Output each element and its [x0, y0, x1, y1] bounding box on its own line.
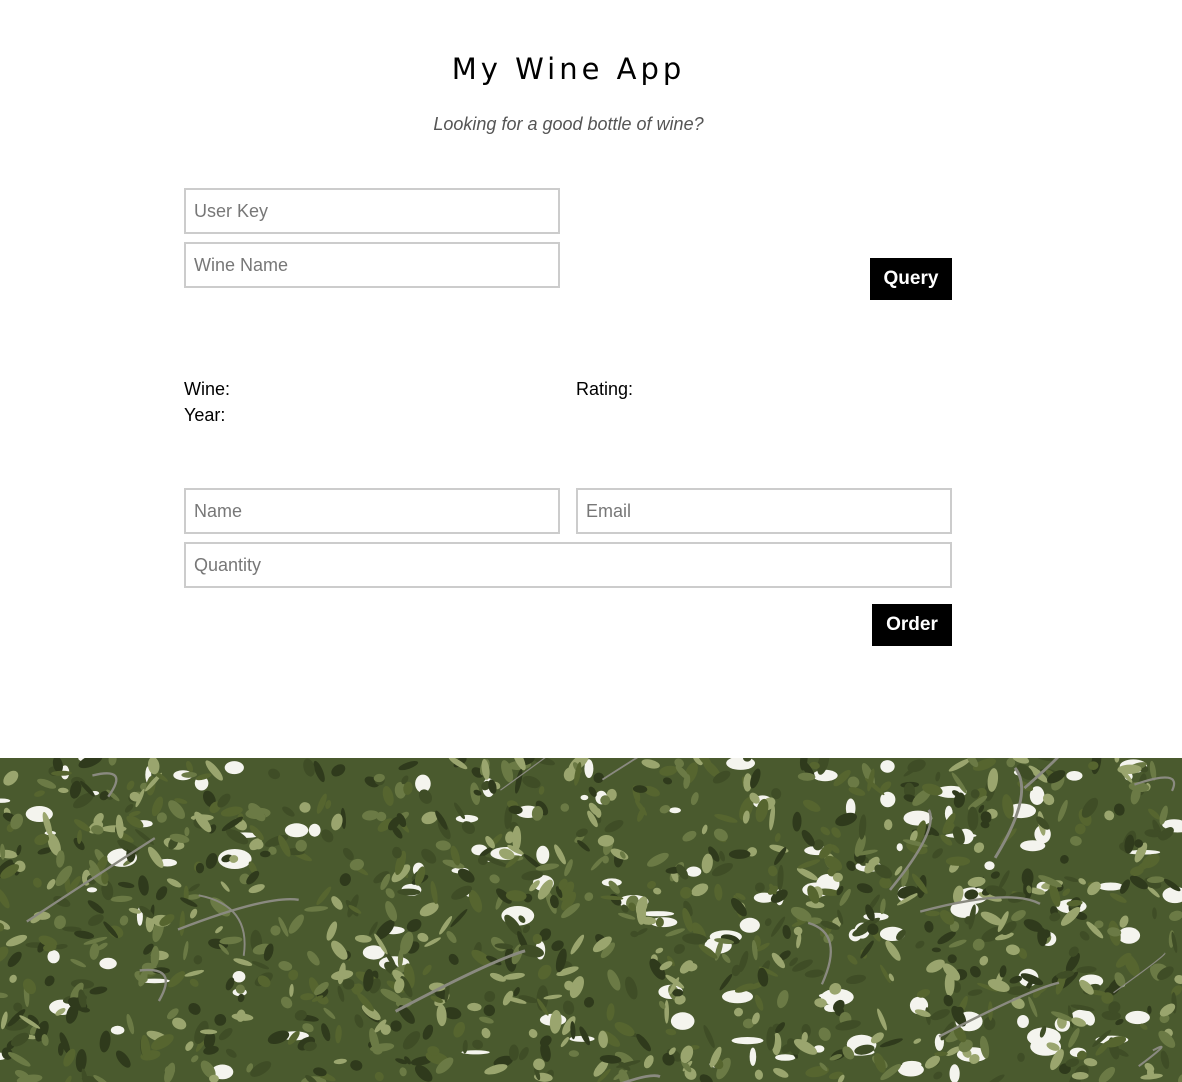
page-subtitle: Looking for a good bottle of wine?: [433, 114, 704, 134]
sky-gap: [812, 769, 838, 782]
sky-gap: [232, 971, 246, 983]
name-input[interactable]: [184, 488, 560, 534]
leaf: [664, 1000, 670, 1024]
sky-gap: [1017, 1015, 1029, 1028]
leaf: [509, 1044, 519, 1061]
foliage-illustration: [0, 758, 1182, 1082]
sky-gap: [669, 807, 681, 814]
sky-gap: [110, 1025, 125, 1035]
wine-result-label: Wine:: [184, 379, 231, 399]
sky-gap: [818, 992, 842, 999]
sky-gap: [775, 1054, 796, 1061]
user-key-input[interactable]: [184, 188, 560, 234]
sky-gap: [580, 794, 589, 801]
sky-gap: [99, 957, 117, 970]
query-button[interactable]: Query: [870, 258, 952, 300]
sky-gap: [308, 823, 321, 837]
year-result-label: Year:: [184, 405, 226, 425]
rating-result-label: Rating:: [576, 379, 634, 399]
sky-gap: [86, 887, 98, 893]
foliage-background-image: [0, 758, 1182, 1082]
sky-gap: [284, 823, 309, 838]
sky-gap: [1117, 927, 1141, 944]
leaf: [884, 819, 893, 831]
sky-gap: [224, 761, 244, 775]
sky-gap: [903, 810, 933, 826]
sky-gap: [731, 1037, 764, 1045]
sky-gap: [880, 760, 895, 773]
order-button[interactable]: Order: [872, 604, 952, 646]
sky-gap: [739, 917, 760, 933]
sky-gap: [984, 861, 995, 870]
sky-gap: [749, 1047, 757, 1066]
sky-gap: [47, 950, 60, 964]
email-input[interactable]: [576, 488, 952, 534]
sky-gap: [670, 1012, 695, 1030]
leaf: [945, 856, 971, 866]
sky-gap: [686, 866, 702, 877]
sky-gap: [1066, 771, 1083, 781]
sky-gap: [536, 845, 550, 864]
quantity-input[interactable]: [184, 542, 952, 588]
sky-gap: [897, 1062, 924, 1077]
sky-gap: [1097, 882, 1124, 891]
sky-gap: [1020, 840, 1046, 852]
page-title: My Wine App: [451, 52, 686, 86]
leaf: [925, 910, 940, 917]
wine-name-input[interactable]: [184, 242, 560, 288]
sky-gap: [1125, 1010, 1150, 1025]
sky-gap: [896, 843, 903, 852]
